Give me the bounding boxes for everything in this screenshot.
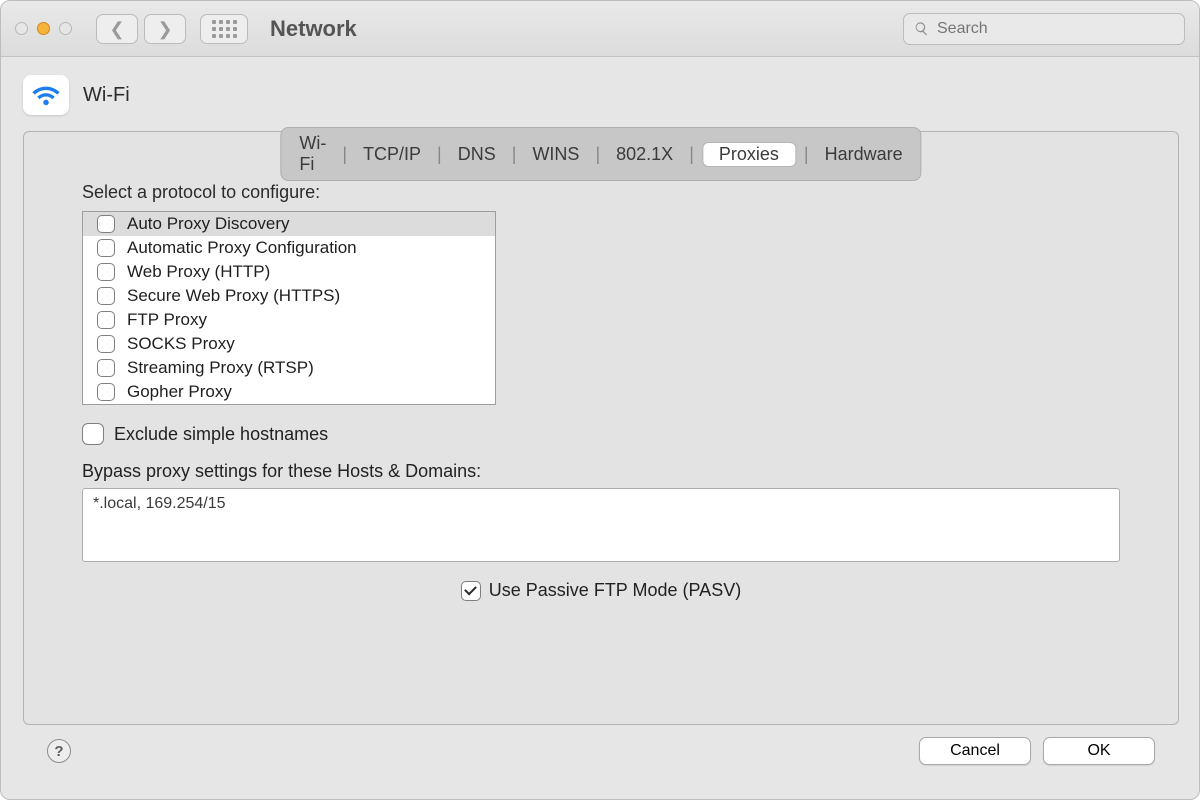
protocol-checkbox[interactable] xyxy=(97,287,115,305)
search-input[interactable] xyxy=(937,20,1174,38)
traffic-lights xyxy=(15,22,72,35)
footer: ? Cancel OK xyxy=(23,725,1179,781)
passive-ftp-checkbox[interactable] xyxy=(461,581,481,601)
tab-wi-fi[interactable]: Wi-Fi xyxy=(291,131,334,177)
protocol-label: Web Proxy (HTTP) xyxy=(127,262,270,282)
protocol-label: Secure Web Proxy (HTTPS) xyxy=(127,286,340,306)
protocol-row[interactable]: Automatic Proxy Configuration xyxy=(83,236,495,260)
protocol-list[interactable]: Auto Proxy Discovery Automatic Proxy Conf… xyxy=(82,211,496,405)
exclude-simple-hostnames[interactable]: Exclude simple hostnames xyxy=(82,423,1120,445)
protocol-label: Streaming Proxy (RTSP) xyxy=(127,358,314,378)
content: Wi-Fi Wi-Fi|TCP/IP|DNS|WINS|802.1X|Proxi… xyxy=(1,57,1199,799)
protocol-label: Auto Proxy Discovery xyxy=(127,214,290,234)
select-protocol-label: Select a protocol to configure: xyxy=(82,182,1120,203)
protocol-row[interactable]: Secure Web Proxy (HTTPS) xyxy=(83,284,495,308)
protocol-row[interactable]: Web Proxy (HTTP) xyxy=(83,260,495,284)
tab-tcp-ip[interactable]: TCP/IP xyxy=(355,142,429,167)
tab-separator: | xyxy=(800,144,813,165)
show-all-button[interactable] xyxy=(200,14,248,44)
protocol-checkbox[interactable] xyxy=(97,335,115,353)
cancel-button[interactable]: Cancel xyxy=(919,737,1031,765)
protocol-checkbox[interactable] xyxy=(97,359,115,377)
protocol-checkbox[interactable] xyxy=(97,311,115,329)
forward-button[interactable]: ❯ xyxy=(144,14,186,44)
page-header: Wi-Fi xyxy=(23,75,1179,115)
protocol-row[interactable]: FTP Proxy xyxy=(83,308,495,332)
tab-hardware[interactable]: Hardware xyxy=(817,142,911,167)
protocol-label: Automatic Proxy Configuration xyxy=(127,238,357,258)
search-field[interactable] xyxy=(903,13,1185,45)
tab-dns[interactable]: DNS xyxy=(450,142,504,167)
toolbar-title: Network xyxy=(270,16,357,42)
protocol-row[interactable]: Gopher Proxy xyxy=(83,380,495,404)
exclude-simple-label: Exclude simple hostnames xyxy=(114,424,328,445)
chevron-left-icon: ❮ xyxy=(109,20,124,38)
protocol-row[interactable]: SOCKS Proxy xyxy=(83,332,495,356)
bypass-hosts-field[interactable] xyxy=(82,488,1120,562)
passive-ftp-row[interactable]: Use Passive FTP Mode (PASV) xyxy=(82,580,1120,601)
nav-buttons: ❮ ❯ xyxy=(96,14,186,44)
protocol-checkbox[interactable] xyxy=(97,215,115,233)
page-title: Wi-Fi xyxy=(83,84,130,107)
tab-separator: | xyxy=(685,144,698,165)
protocol-checkbox[interactable] xyxy=(97,263,115,281)
proxies-panel: Select a protocol to configure: Auto Pro… xyxy=(23,131,1179,725)
protocol-checkbox[interactable] xyxy=(97,239,115,257)
protocol-label: Gopher Proxy xyxy=(127,382,232,402)
protocol-label: FTP Proxy xyxy=(127,310,207,330)
search-icon xyxy=(914,21,929,36)
protocol-row[interactable]: Streaming Proxy (RTSP) xyxy=(83,356,495,380)
window-close-button[interactable] xyxy=(15,22,28,35)
chevron-right-icon: ❯ xyxy=(157,20,172,38)
tab-separator: | xyxy=(338,144,351,165)
tab-802-1x[interactable]: 802.1X xyxy=(608,142,681,167)
tab-wins[interactable]: WINS xyxy=(524,142,587,167)
wifi-icon xyxy=(23,75,69,115)
window-zoom-button[interactable] xyxy=(59,22,72,35)
tab-separator: | xyxy=(591,144,604,165)
tabbar: Wi-Fi|TCP/IP|DNS|WINS|802.1X|Proxies|Har… xyxy=(280,127,921,181)
help-button[interactable]: ? xyxy=(47,739,71,763)
tab-proxies[interactable]: Proxies xyxy=(702,142,796,167)
back-button[interactable]: ❮ xyxy=(96,14,138,44)
toolbar: ❮ ❯ Network xyxy=(1,1,1199,57)
window-minimize-button[interactable] xyxy=(37,22,50,35)
preferences-window: ❮ ❯ Network xyxy=(0,0,1200,800)
passive-ftp-label: Use Passive FTP Mode (PASV) xyxy=(489,580,741,601)
exclude-simple-checkbox[interactable] xyxy=(82,423,104,445)
protocol-row[interactable]: Auto Proxy Discovery xyxy=(83,212,495,236)
protocol-label: SOCKS Proxy xyxy=(127,334,235,354)
grid-icon xyxy=(212,20,237,38)
bypass-label: Bypass proxy settings for these Hosts & … xyxy=(82,461,1120,482)
protocol-checkbox[interactable] xyxy=(97,383,115,401)
tab-separator: | xyxy=(508,144,521,165)
ok-button[interactable]: OK xyxy=(1043,737,1155,765)
tab-separator: | xyxy=(433,144,446,165)
